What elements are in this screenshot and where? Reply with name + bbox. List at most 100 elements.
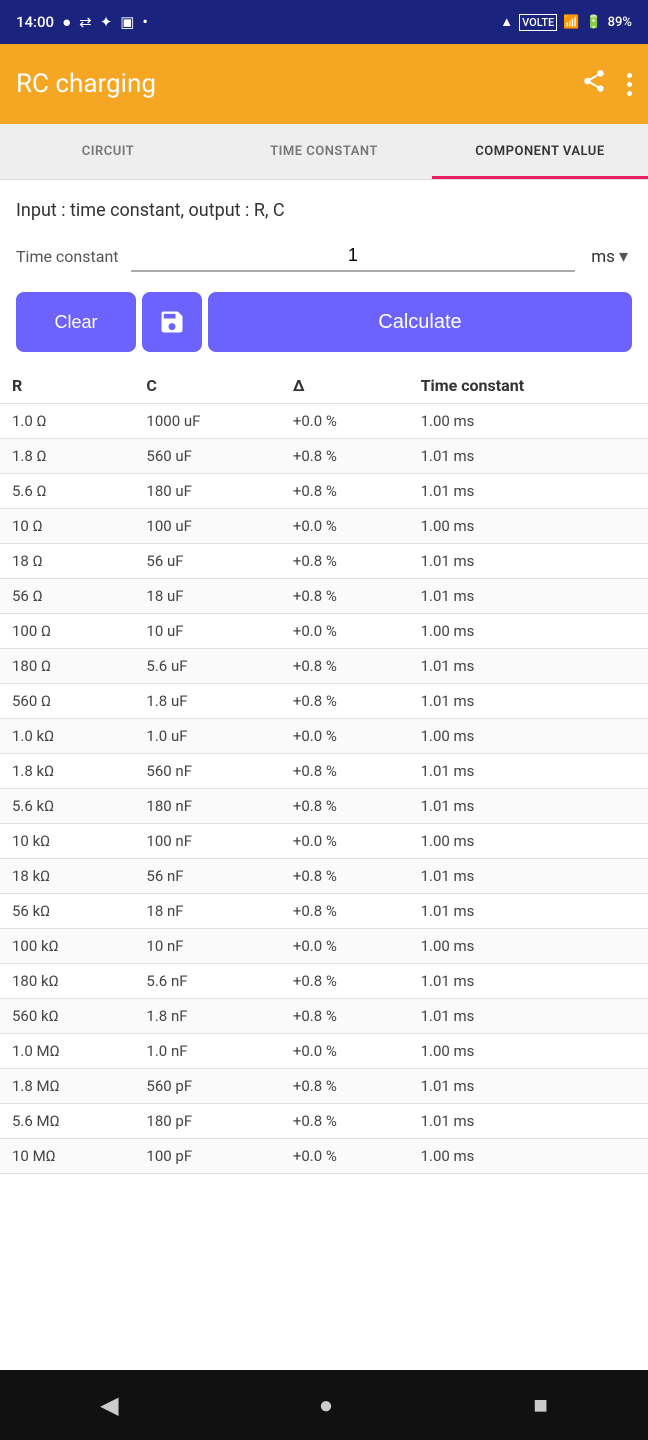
bluetooth-icon: ✦	[100, 13, 113, 31]
table-cell-18-0: 1.0 MΩ	[0, 1034, 134, 1069]
table-cell-7-0: 180 Ω	[0, 649, 134, 684]
recent-button[interactable]: ■	[523, 1381, 558, 1430]
tab-circuit[interactable]: CIRCUIT	[0, 124, 216, 179]
table-row: 5.6 MΩ180 pF+0.8 %1.01 ms	[0, 1104, 648, 1139]
table-cell-1-3: 1.01 ms	[409, 439, 648, 474]
home-button[interactable]: ●	[309, 1381, 344, 1430]
table-cell-2-2: +0.8 %	[281, 474, 409, 509]
table-cell-20-0: 5.6 MΩ	[0, 1104, 134, 1139]
table-cell-4-0: 18 Ω	[0, 544, 134, 579]
sync-icon: ⇄	[79, 13, 92, 31]
table-cell-3-2: +0.0 %	[281, 509, 409, 544]
table-cell-4-2: +0.8 %	[281, 544, 409, 579]
clear-button[interactable]: Clear	[16, 292, 136, 352]
table-cell-19-1: 560 pF	[134, 1069, 280, 1104]
table-cell-14-2: +0.8 %	[281, 894, 409, 929]
table-row: 18 kΩ56 nF+0.8 %1.01 ms	[0, 859, 648, 894]
table-cell-5-0: 56 Ω	[0, 579, 134, 614]
col-header-r: R	[0, 368, 134, 404]
col-header-delta: Δ	[281, 368, 409, 404]
table-cell-14-3: 1.01 ms	[409, 894, 648, 929]
table-cell-10-1: 560 nF	[134, 754, 280, 789]
table-row: 5.6 Ω180 uF+0.8 %1.01 ms	[0, 474, 648, 509]
table-cell-9-3: 1.00 ms	[409, 719, 648, 754]
more-options-button[interactable]	[627, 73, 632, 96]
status-bar: 14:00 ● ⇄ ✦ ▣ • ▲ VOLTE 📶 🔋 89%	[0, 0, 648, 44]
unit-selector[interactable]: ms ▾	[587, 242, 632, 271]
table-cell-11-0: 5.6 kΩ	[0, 789, 134, 824]
table-cell-13-0: 18 kΩ	[0, 859, 134, 894]
back-button[interactable]: ◀	[90, 1381, 128, 1429]
table-cell-0-1: 1000 uF	[134, 404, 280, 439]
table-cell-21-1: 100 pF	[134, 1139, 280, 1174]
table-cell-16-3: 1.01 ms	[409, 964, 648, 999]
table-cell-0-0: 1.0 Ω	[0, 404, 134, 439]
status-right: ▲ VOLTE 📶 🔋 89%	[500, 14, 632, 31]
input-label: Time constant	[16, 247, 119, 266]
table-cell-12-2: +0.0 %	[281, 824, 409, 859]
table-cell-10-3: 1.01 ms	[409, 754, 648, 789]
table-row: 1.0 Ω1000 uF+0.0 %1.00 ms	[0, 404, 648, 439]
table-cell-5-1: 18 uF	[134, 579, 280, 614]
table-cell-12-3: 1.00 ms	[409, 824, 648, 859]
results-table: R C Δ Time constant 1.0 Ω1000 uF+0.0 %1.…	[0, 368, 648, 1174]
table-cell-10-2: +0.8 %	[281, 754, 409, 789]
table-row: 18 Ω56 uF+0.8 %1.01 ms	[0, 544, 648, 579]
table-row: 56 kΩ18 nF+0.8 %1.01 ms	[0, 894, 648, 929]
table-cell-20-2: +0.8 %	[281, 1104, 409, 1139]
table-cell-18-2: +0.0 %	[281, 1034, 409, 1069]
table-cell-6-3: 1.00 ms	[409, 614, 648, 649]
col-header-tc: Time constant	[409, 368, 648, 404]
table-cell-3-1: 100 uF	[134, 509, 280, 544]
table-row: 5.6 kΩ180 nF+0.8 %1.01 ms	[0, 789, 648, 824]
share-button[interactable]	[581, 68, 607, 100]
table-row: 180 Ω5.6 uF+0.8 %1.01 ms	[0, 649, 648, 684]
table-cell-3-0: 10 Ω	[0, 509, 134, 544]
table-row: 560 Ω1.8 uF+0.8 %1.01 ms	[0, 684, 648, 719]
table-row: 100 Ω10 uF+0.0 %1.00 ms	[0, 614, 648, 649]
table-row: 10 MΩ100 pF+0.0 %1.00 ms	[0, 1139, 648, 1174]
table-cell-14-0: 56 kΩ	[0, 894, 134, 929]
table-cell-7-1: 5.6 uF	[134, 649, 280, 684]
tabs-container: CIRCUIT TIME CONSTANT COMPONENT VALUE	[0, 124, 648, 180]
table-cell-12-0: 10 kΩ	[0, 824, 134, 859]
table-cell-2-3: 1.01 ms	[409, 474, 648, 509]
nfc-icon: ▣	[120, 13, 134, 31]
table-cell-12-1: 100 nF	[134, 824, 280, 859]
table-cell-20-3: 1.01 ms	[409, 1104, 648, 1139]
table-cell-5-3: 1.01 ms	[409, 579, 648, 614]
table-cell-1-1: 560 uF	[134, 439, 280, 474]
table-row: 560 kΩ1.8 nF+0.8 %1.01 ms	[0, 999, 648, 1034]
tab-time-constant[interactable]: TIME CONSTANT	[216, 124, 432, 179]
tab-component-value[interactable]: COMPONENT VALUE	[432, 124, 648, 179]
table-cell-8-1: 1.8 uF	[134, 684, 280, 719]
app-bar: RC charging	[0, 44, 648, 124]
time-constant-input[interactable]	[131, 241, 576, 272]
input-row: Time constant ms ▾	[0, 231, 648, 292]
table-cell-15-0: 100 kΩ	[0, 929, 134, 964]
table-cell-16-2: +0.8 %	[281, 964, 409, 999]
table-row: 10 Ω100 uF+0.0 %1.00 ms	[0, 509, 648, 544]
battery-icon: 🔋	[585, 15, 601, 30]
dot-icon: •	[142, 13, 147, 31]
save-button[interactable]	[142, 292, 202, 352]
table-cell-1-0: 1.8 Ω	[0, 439, 134, 474]
table-cell-5-2: +0.8 %	[281, 579, 409, 614]
table-cell-15-3: 1.00 ms	[409, 929, 648, 964]
table-cell-19-0: 1.8 MΩ	[0, 1069, 134, 1104]
calculate-button[interactable]: Calculate	[208, 292, 632, 352]
wifi-icon: ●	[62, 13, 71, 31]
table-cell-11-2: +0.8 %	[281, 789, 409, 824]
volte-icon: VOLTE	[519, 14, 557, 31]
table-cell-8-2: +0.8 %	[281, 684, 409, 719]
table-cell-2-1: 180 uF	[134, 474, 280, 509]
table-cell-13-1: 56 nF	[134, 859, 280, 894]
table-cell-17-0: 560 kΩ	[0, 999, 134, 1034]
unit-dropdown-arrow: ▾	[619, 246, 628, 267]
table-cell-13-3: 1.01 ms	[409, 859, 648, 894]
table-cell-9-0: 1.0 kΩ	[0, 719, 134, 754]
app-title: RC charging	[16, 69, 156, 99]
table-cell-17-1: 1.8 nF	[134, 999, 280, 1034]
table-cell-15-1: 10 nF	[134, 929, 280, 964]
table-cell-21-3: 1.00 ms	[409, 1139, 648, 1174]
